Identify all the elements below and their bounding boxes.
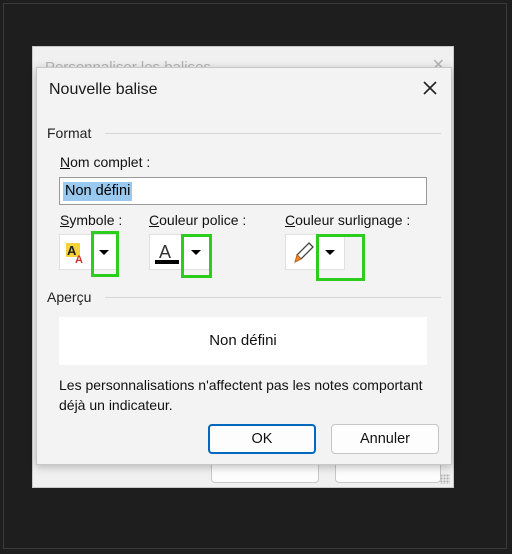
preview-box: Non défini — [59, 317, 427, 365]
preview-text: Non défini — [209, 332, 277, 349]
ok-button[interactable]: OK — [208, 424, 316, 454]
close-icon[interactable] — [419, 77, 441, 99]
info-note: Les personnalisations n'affectent pas le… — [59, 377, 423, 413]
highlighter-icon — [294, 242, 314, 263]
text-effects-icon: A A — [66, 243, 83, 266]
resize-grip-icon[interactable] — [440, 474, 450, 484]
format-group-label: Format — [47, 125, 92, 141]
svg-text:A: A — [159, 242, 171, 262]
font-color-label: Couleur police : — [149, 212, 247, 228]
annotation-highlight — [316, 234, 365, 281]
symbol-label: Symbole : — [60, 212, 123, 228]
format-group-divider — [105, 133, 441, 134]
annotation-highlight — [91, 231, 119, 277]
name-label: Nom complet : — [60, 154, 151, 170]
name-field-value[interactable]: Non défini — [63, 182, 133, 201]
name-field[interactable]: Non défini — [59, 177, 427, 205]
new-tag-dialog: Nouvelle balise Format Nom complet : Non… — [36, 67, 452, 465]
svg-text:A: A — [75, 254, 83, 266]
annotation-highlight — [181, 234, 212, 278]
font-color-icon: A — [155, 242, 179, 264]
dialog-title: Nouvelle balise — [49, 81, 158, 98]
preview-group-label: Aperçu — [47, 289, 92, 305]
preview-group-divider — [105, 297, 441, 298]
highlight-color-label: Couleur surlignage : — [285, 212, 411, 228]
cancel-button[interactable]: Annuler — [331, 424, 439, 454]
